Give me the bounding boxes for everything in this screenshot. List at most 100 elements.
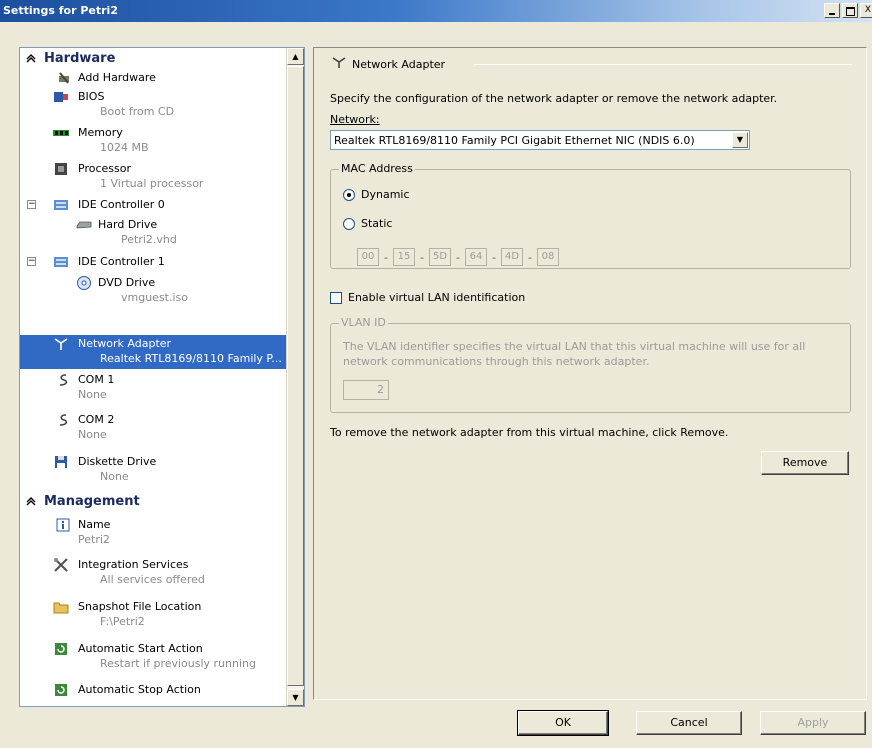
tree-item-ide-controller-0[interactable]: − IDE Controller 0 — [20, 196, 286, 214]
tree-item-label: Integration Services — [78, 558, 189, 571]
tree-item-diskette-drive[interactable]: Diskette Drive None — [20, 453, 286, 485]
collapse-chevron-icon[interactable] — [26, 496, 36, 509]
close-button[interactable]: X — [860, 3, 872, 18]
tree-item-com-2[interactable]: COM 2 None — [20, 411, 286, 443]
collapse-chevron-icon[interactable] — [26, 53, 36, 66]
scroll-thumb[interactable] — [287, 66, 304, 686]
network-dropdown-value: Realtek RTL8169/8110 Family PCI Gigabit … — [334, 134, 695, 147]
tree-item-detail: None — [78, 388, 107, 401]
bios-icon — [53, 90, 69, 104]
tree-item-detail: Boot from CD — [100, 105, 175, 118]
tree-item-label: Hard Drive — [98, 218, 158, 231]
mac-octet-field[interactable]: 5D — [429, 248, 451, 266]
tree-item-detail: F:\Petri2 — [100, 615, 145, 628]
network-label: Network: — [330, 113, 380, 126]
section-header: Network Adapter — [332, 57, 445, 72]
scroll-down-button[interactable]: ▼ — [287, 689, 304, 706]
scroll-up-button[interactable]: ▲ — [287, 48, 304, 65]
mac-octet-field[interactable]: 64 — [465, 248, 487, 266]
automatic-start-icon — [53, 642, 69, 656]
tree-item-processor[interactable]: Processor 1 Virtual processor — [20, 160, 286, 192]
static-radio-label: Static — [361, 217, 393, 230]
hardware-category-label: Hardware — [44, 51, 116, 66]
mac-separator: - — [420, 250, 424, 264]
memory-icon — [53, 126, 69, 140]
dynamic-radio[interactable] — [343, 188, 355, 201]
tree-item-detail: Petri2.vhd — [121, 233, 177, 246]
com-port-icon — [55, 413, 71, 427]
tree-item-detail: All services offered — [100, 573, 205, 586]
tree-item-label: Snapshot File Location — [78, 600, 202, 613]
tree-item-label: IDE Controller 0 — [78, 198, 165, 211]
mac-separator: - — [456, 250, 460, 264]
network-adapter-panel: Network Adapter Specify the configuratio… — [313, 47, 867, 700]
collapse-toggle-icon[interactable]: − — [27, 200, 36, 209]
mac-address-group: MAC Address Dynamic Static 00 - 15 - 5D … — [330, 162, 851, 269]
tree-list: Hardware Add Hardware BIOS Boot from CD … — [20, 48, 286, 706]
automatic-stop-icon — [53, 683, 69, 697]
tree-item-integration-services[interactable]: Integration Services All services offere… — [20, 556, 286, 588]
tree-item-label: BIOS — [78, 90, 105, 103]
minimize-button[interactable] — [824, 3, 840, 18]
vlan-checkbox-row[interactable]: Enable virtual LAN identification — [330, 291, 525, 304]
tree-item-label: COM 2 — [78, 413, 115, 426]
mac-separator: - — [492, 250, 496, 264]
mac-octet-field[interactable]: 08 — [537, 248, 559, 266]
dynamic-radio-row[interactable]: Dynamic — [343, 188, 410, 201]
vlan-checkbox-label: Enable virtual LAN identification — [348, 291, 526, 304]
vlan-id-field[interactable]: 2 — [343, 380, 389, 400]
maximize-button[interactable] — [842, 3, 858, 18]
dropdown-arrow-icon[interactable]: ▼ — [732, 132, 748, 148]
apply-button[interactable]: Apply — [760, 711, 866, 735]
network-dropdown[interactable]: Realtek RTL8169/8110 Family PCI Gigabit … — [330, 130, 750, 150]
mac-octet-field[interactable]: 4D — [501, 248, 523, 266]
management-category[interactable]: Management — [20, 493, 286, 511]
tree-scrollbar[interactable]: ▲ ▼ — [286, 48, 304, 706]
settings-tree[interactable]: Hardware Add Hardware BIOS Boot from CD … — [19, 47, 305, 707]
tree-item-snapshot-file-location[interactable]: Snapshot File Location F:\Petri2 — [20, 598, 286, 630]
tree-item-com-1[interactable]: COM 1 None — [20, 371, 286, 403]
tree-item-detail: None — [78, 428, 107, 441]
mac-octet-field[interactable]: 00 — [357, 248, 379, 266]
tree-item-dvd-drive[interactable]: DVD Drive vmguest.iso — [20, 274, 286, 306]
management-category-label: Management — [44, 494, 140, 509]
processor-icon — [53, 162, 69, 176]
tree-item-label: COM 1 — [78, 373, 115, 386]
ok-button[interactable]: OK — [517, 710, 609, 736]
tree-item-add-hardware[interactable]: Add Hardware — [20, 69, 286, 87]
tree-item-label: Processor — [78, 162, 131, 175]
description-text: Specify the configuration of the network… — [330, 92, 778, 105]
tree-item-automatic-start-action[interactable]: Automatic Start Action Restart if previo… — [20, 640, 286, 672]
vlan-checkbox[interactable] — [330, 291, 342, 304]
tree-item-automatic-stop-action[interactable]: Automatic Stop Action — [20, 681, 286, 699]
hard-drive-icon — [76, 218, 92, 232]
tree-item-ide-controller-1[interactable]: − IDE Controller 1 — [20, 253, 286, 271]
cancel-button[interactable]: Cancel — [636, 711, 742, 735]
tree-item-memory[interactable]: Memory 1024 MB — [20, 124, 286, 156]
collapse-toggle-icon[interactable]: − — [27, 257, 36, 266]
static-radio-row[interactable]: Static — [343, 217, 392, 230]
tree-item-label: Memory — [78, 126, 123, 139]
mac-separator: - — [384, 250, 388, 264]
vlan-id-group-label: VLAN ID — [339, 316, 388, 329]
tree-item-detail: Realtek RTL8169/8110 Family P... — [100, 352, 282, 365]
tree-item-label: DVD Drive — [98, 276, 156, 289]
remove-button[interactable]: Remove — [761, 451, 849, 475]
hardware-category[interactable]: Hardware — [20, 50, 286, 68]
tree-item-network-adapter[interactable]: Network Adapter Realtek RTL8169/8110 Fam… — [20, 335, 286, 369]
tree-item-label: Add Hardware — [78, 71, 156, 84]
tree-item-bios[interactable]: BIOS Boot from CD — [20, 88, 286, 120]
mac-octet-field[interactable]: 15 — [393, 248, 415, 266]
tree-item-detail: vmguest.iso — [121, 291, 189, 304]
tree-item-detail: Restart if previously running — [100, 657, 256, 670]
add-hardware-icon — [56, 71, 72, 85]
title-bar[interactable]: Settings for Petri2 X — [0, 0, 872, 22]
mac-separator: - — [528, 250, 532, 264]
static-radio[interactable] — [343, 217, 355, 230]
floppy-disk-icon — [53, 455, 69, 469]
tree-item-detail: Petri2 — [78, 533, 110, 546]
tree-item-hard-drive[interactable]: Hard Drive Petri2.vhd — [20, 216, 286, 248]
folder-icon — [53, 600, 69, 614]
tree-item-name[interactable]: Name Petri2 — [20, 516, 286, 548]
network-adapter-icon — [332, 57, 346, 72]
